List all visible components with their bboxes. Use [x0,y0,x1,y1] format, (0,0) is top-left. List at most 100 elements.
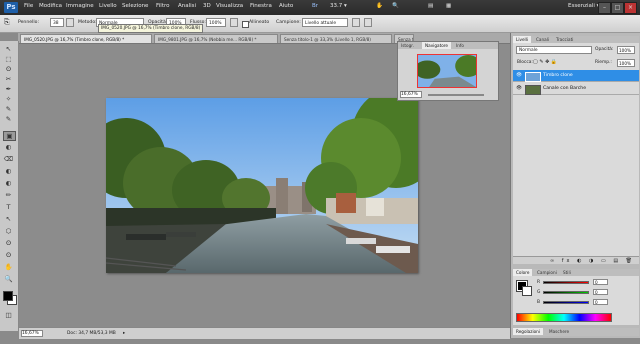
layer-name: Canale con Barche [543,86,587,91]
navigator-thumbnail-image [418,55,476,87]
quick-select-tool-icon[interactable]: ✂ [3,75,14,83]
tab-img-0520[interactable]: IMG_0520.JPG @ 16,7% (Timbro clone, RGB/… [20,34,152,43]
zoom-tool-icon[interactable]: 🔍 [3,275,14,283]
panel-background-swatch[interactable] [522,286,532,296]
3d-orbit-tool-icon[interactable]: ʘ [3,251,14,259]
healing-tool-icon[interactable]: ✎ [3,105,14,113]
arrange-icon[interactable]: ▤ [428,3,433,9]
sample-select[interactable]: Livello attuale [302,18,348,27]
menu-aiuto[interactable]: Aiuto [279,3,293,9]
layer-row-timbro-clone[interactable]: 👁 Timbro clone [513,70,639,82]
menu-filtro[interactable]: Filtro [156,3,169,9]
menu-selezione[interactable]: Selezione [122,3,148,9]
flow-input[interactable]: 100% [206,18,226,27]
workspace-switcher[interactable]: Essenziali ▾ [568,3,599,9]
menu-immagine[interactable]: Immagine [66,3,94,9]
navigator-zoom-slider[interactable] [428,94,484,96]
red-value-input[interactable]: 0 [593,279,608,285]
visibility-eye-icon[interactable]: 👁 [516,83,522,95]
blend-mode-select[interactable]: Normale [516,46,592,54]
green-slider[interactable] [543,291,589,294]
crop-tool-icon[interactable]: ✒ [3,85,14,93]
visibility-eye-icon[interactable]: 👁 [516,70,522,82]
navigator-thumbnail[interactable] [417,54,477,88]
type-tool-icon[interactable]: T [3,203,14,211]
brush-panel-button[interactable] [66,18,74,27]
layers-footer-icons[interactable]: ∞ fx ◐ ◑ ▭ ▤ 🗑 [513,256,639,264]
eraser-tool-icon[interactable]: ⌫ [3,155,14,163]
tab-histogram[interactable]: Istogr. [398,42,417,49]
gradient-tool-icon[interactable]: ◐ [3,167,14,175]
marquee-tool-icon[interactable]: ⬚ [3,55,14,63]
menu-bar: Ps File Modifica Immagine Livello Selezi… [0,0,640,15]
clone-source-button[interactable] [364,18,372,27]
menu-modifica[interactable]: Modifica [39,3,62,9]
brush-size-picker[interactable]: 38 [50,18,64,27]
fill-label: Riemp.: [595,60,612,65]
tab-livelli[interactable]: Livelli [513,36,532,43]
clone-stamp-tool-icon[interactable]: ▣ [3,131,16,141]
blue-slider[interactable] [543,301,589,304]
status-menu-arrow[interactable]: ▸ [123,331,125,336]
tab-navigator[interactable]: Navigatore [422,42,451,49]
bridge-icon[interactable]: Br [312,3,318,9]
color-spectrum-ramp[interactable] [516,313,612,322]
minimize-button[interactable]: – [598,2,611,14]
status-zoom[interactable]: 16,67% [21,330,43,337]
lock-icons[interactable]: ▢ ✎ ✥ 🔒 [533,59,557,65]
menu-livello[interactable]: Livello [99,3,117,9]
tab-campioni[interactable]: Campioni [534,269,560,276]
zoom-icon[interactable]: 🔍 [392,3,399,9]
layer-opacity-label: Opacità: [595,47,614,52]
tab-regolazioni[interactable]: Regolazioni [513,328,543,335]
move-tool-icon[interactable]: ↖ [3,45,14,53]
foreground-color-swatch[interactable] [3,291,13,301]
tab-stili[interactable]: Stili [560,269,574,276]
aligned-checkbox[interactable] [242,21,249,28]
brush-tool-icon[interactable]: ✎ [3,115,14,123]
fill-input[interactable]: 100% [617,59,635,67]
hand-icon[interactable]: ✋ [376,3,383,9]
menu-visualizza[interactable]: Visualizza [216,3,243,9]
layer-row-canale-con-barche[interactable]: 👁 Canale con Barche [513,83,639,95]
color-panel: Colore Campioni Stili R 0 G 0 B 0 [513,269,639,325]
airbrush-button[interactable] [230,18,238,27]
menu-finestra[interactable]: Finestra [250,3,272,9]
blue-value-input[interactable]: 0 [593,299,608,305]
document-tooltip: IMG_0520.JPG @ 16,7% (Timbro clone, RGB/… [98,24,204,33]
tab-colore[interactable]: Colore [513,269,533,276]
tab-img-9801[interactable]: IMG_9801.JPG @ 16,7% (Nebbia me... RGB/8… [154,34,278,43]
dodge-tool-icon[interactable]: ◐ [3,179,14,187]
maximize-button[interactable]: □ [611,2,624,14]
tab-maschere[interactable]: Maschere [546,328,572,335]
shape-tool-icon[interactable]: ⬡ [3,227,14,235]
tab-tracciati[interactable]: Tracciati [553,36,576,43]
history-brush-tool-icon[interactable]: ◐ [3,143,14,151]
menu-file[interactable]: File [24,3,33,9]
layer-opacity-input[interactable]: 100% [617,46,635,54]
canal-photo[interactable] [106,98,418,273]
tab-canali[interactable]: Canali [533,36,552,43]
zoom-level[interactable]: 33.7 ▾ [330,3,347,9]
menu-analisi[interactable]: Analisi [178,3,196,9]
hand-tool-icon[interactable]: ✋ [3,263,14,271]
doc-size: Doc: 34,7 MB/53,3 MB [67,331,116,336]
navigator-zoom-input[interactable]: 16,67% [400,91,422,98]
tab-info[interactable]: Info [453,42,467,49]
pen-tool-icon[interactable]: ✏ [3,191,14,199]
layer-thumbnail [525,72,541,82]
clone-stamp-icon[interactable]: ⎘ [4,18,10,27]
path-select-tool-icon[interactable]: ↖ [3,215,14,223]
tab-senza-titolo-1[interactable]: Senza titolo-1 @ 33,3% (Livello 1, RGB/8… [280,34,392,43]
eyedropper-tool-icon[interactable]: ✧ [3,95,14,103]
tools-panel: ↖ ⬚ ʘ ✂ ✒ ✧ ✎ ✎ ▣ ◐ ⌫ ◐ ◐ ✏ T ↖ ⬡ ʘ ʘ ✋ … [0,41,19,331]
close-window-button[interactable]: × [624,2,637,14]
screen-mode-icon[interactable]: ▦ [446,3,451,9]
red-slider[interactable] [543,281,589,284]
lasso-tool-icon[interactable]: ʘ [3,65,14,73]
3d-rotate-tool-icon[interactable]: ʘ [3,239,14,247]
menu-3d[interactable]: 3D [203,3,211,9]
quick-mask-icon[interactable]: ◫ [3,311,14,319]
ignore-adjustment-button[interactable] [352,18,360,27]
green-value-input[interactable]: 0 [593,289,608,295]
